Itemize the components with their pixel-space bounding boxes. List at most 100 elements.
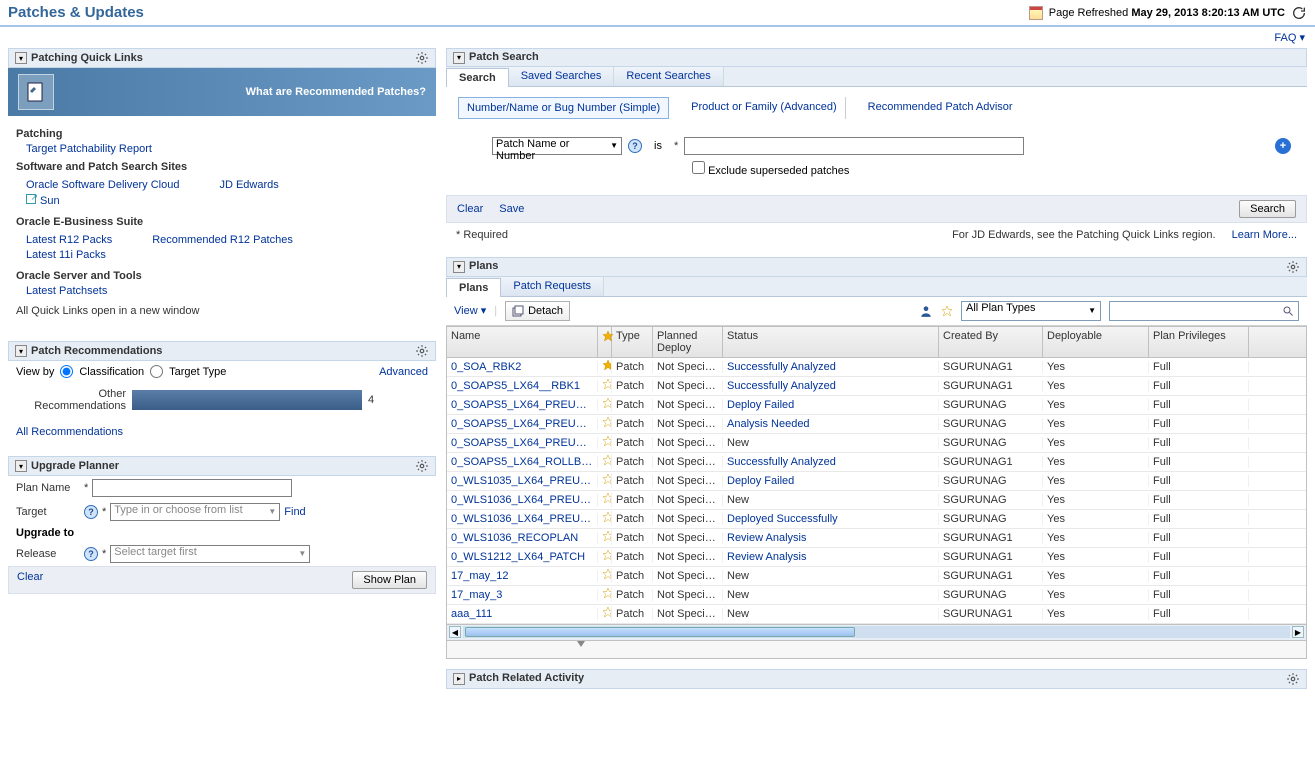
cell-status[interactable]: Successfully Analyzed [723, 456, 939, 468]
link-osdc[interactable]: Oracle Software Delivery Cloud [26, 179, 179, 191]
link-jde[interactable]: JD Edwards [219, 179, 278, 191]
cell-fav[interactable] [598, 549, 612, 564]
learn-more-link[interactable]: Learn More... [1232, 229, 1297, 241]
cell-fav[interactable] [598, 492, 612, 507]
table-row[interactable]: 0_SOAPS5_LX64_PREUPG_PLAPatchNot Specifi… [447, 415, 1306, 434]
link-r12patches[interactable]: Recommended R12 Patches [152, 234, 293, 246]
view-menu[interactable]: View ▾ [454, 304, 486, 317]
gear-icon[interactable] [1286, 672, 1300, 686]
cell-status[interactable]: Review Analysis [723, 551, 939, 563]
tab-search[interactable]: Search [446, 68, 509, 87]
faq-link[interactable]: FAQ ▾ [1274, 32, 1305, 44]
help-icon[interactable]: ? [84, 505, 98, 519]
bar-other-recs[interactable] [132, 390, 362, 410]
show-plan-button[interactable]: Show Plan [352, 571, 427, 589]
help-icon[interactable]: ? [628, 139, 642, 153]
cell-fav[interactable] [598, 606, 612, 621]
radio-classification[interactable] [60, 365, 73, 378]
radio-target-type[interactable] [150, 365, 163, 378]
link-advanced[interactable]: Advanced [379, 366, 428, 378]
table-row[interactable]: 0_SOA_RBK2PatchNot SpecifiedSuccessfully… [447, 358, 1306, 377]
link-find[interactable]: Find [284, 506, 305, 518]
gear-icon[interactable] [415, 344, 429, 358]
cell-fav[interactable] [598, 359, 612, 374]
link-all-recs[interactable]: All Recommendations [16, 426, 123, 438]
cell-name[interactable]: aaa_111 [447, 608, 598, 620]
tab-patch-requests[interactable]: Patch Requests [501, 277, 604, 296]
scroll-left-icon[interactable]: ◀ [449, 626, 461, 638]
table-row[interactable]: 0_SOAPS5_LX64__RBK1PatchNot SpecifiedSuc… [447, 377, 1306, 396]
table-row[interactable]: 17_may_3PatchNot SpecifiedNewSGURUNAGYes… [447, 586, 1306, 605]
detach-button[interactable]: Detach [505, 301, 570, 321]
cell-status[interactable]: Successfully Analyzed [723, 361, 939, 373]
table-row[interactable]: 0_WLS1035_LX64_PREUPG_ANPatchNot Specifi… [447, 472, 1306, 491]
star-icon[interactable] [941, 305, 953, 317]
plan-filter-input[interactable] [1109, 301, 1299, 321]
cell-fav[interactable] [598, 454, 612, 469]
col-name[interactable]: Name [447, 327, 598, 357]
col-created-by[interactable]: Created By [939, 327, 1043, 357]
table-row[interactable]: 0_WLS1036_RECOPLANPatchNot SpecifiedRevi… [447, 529, 1306, 548]
cell-fav[interactable] [598, 587, 612, 602]
add-criteria-icon[interactable]: + [1275, 138, 1291, 154]
collapse-icon[interactable]: ▾ [15, 52, 27, 64]
search-button[interactable]: Search [1239, 200, 1296, 218]
plan-name-input[interactable] [92, 479, 292, 497]
cell-status[interactable]: Deployed Successfully [723, 513, 939, 525]
cell-fav[interactable] [598, 435, 612, 450]
cell-fav[interactable] [598, 397, 612, 412]
cell-status[interactable]: Analysis Needed [723, 418, 939, 430]
col-deployable[interactable]: Deployable [1043, 327, 1149, 357]
horizontal-scrollbar[interactable]: ◀ ▶ [447, 624, 1306, 640]
tab-recent-searches[interactable]: Recent Searches [614, 67, 723, 86]
table-row[interactable]: 0_WLS1036_LX64_PREUPG_PLAPatchNot Specif… [447, 491, 1306, 510]
exclude-checkbox[interactable] [692, 161, 705, 174]
table-row[interactable]: 17_may_12PatchNot SpecifiedNewSGURUNAG1Y… [447, 567, 1306, 586]
col-type[interactable]: Type [612, 327, 653, 357]
cell-name[interactable]: 0_WLS1212_LX64_PATCH [447, 551, 598, 563]
person-icon[interactable] [919, 304, 933, 318]
collapse-icon[interactable]: ▾ [15, 460, 27, 472]
search-field-select[interactable]: Patch Name or Number [492, 137, 622, 155]
cell-status[interactable]: Review Analysis [723, 532, 939, 544]
refresh-icon[interactable] [1291, 5, 1307, 21]
table-row[interactable]: 0_SOAPS5_LX64_PREUPG_ANAPatchNot Specifi… [447, 396, 1306, 415]
cell-name[interactable]: 0_WLS1036_LX64_PREUPG_PL [447, 513, 598, 525]
link-patchsets[interactable]: Latest Patchsets [26, 285, 428, 297]
col-planned-deploy[interactable]: Planned Deploy [653, 327, 723, 357]
help-icon[interactable]: ? [84, 547, 98, 561]
cell-name[interactable]: 0_SOAPS5_LX64_PREUPG_ANA [447, 399, 598, 411]
save-link[interactable]: Save [499, 203, 524, 215]
plan-type-select[interactable]: All Plan Types [961, 301, 1101, 321]
gear-icon[interactable] [1286, 260, 1300, 274]
recommended-promo-link[interactable]: What are Recommended Patches? [246, 86, 426, 98]
table-row[interactable]: aaa_111PatchNot SpecifiedNewSGURUNAG1Yes… [447, 605, 1306, 624]
release-select[interactable]: Select target first [110, 545, 310, 563]
cell-name[interactable]: 17_may_3 [447, 589, 598, 601]
cell-name[interactable]: 0_SOA_RBK2 [447, 361, 598, 373]
table-row[interactable]: 0_SOAPS5_LX64_ROLLBACKPatchNot Specified… [447, 453, 1306, 472]
link-11ipacks[interactable]: Latest 11i Packs [26, 249, 112, 261]
cell-fav[interactable] [598, 530, 612, 545]
gear-icon[interactable] [415, 51, 429, 65]
col-fav[interactable] [598, 327, 612, 357]
cell-name[interactable]: 0_SOAPS5_LX64_ROLLBACK [447, 456, 598, 468]
cell-status[interactable]: Deploy Failed [723, 399, 939, 411]
expand-icon[interactable]: ▸ [453, 673, 465, 685]
table-row[interactable]: 0_SOAPS5_LX64_PREUPG_PLAPatchNot Specifi… [447, 434, 1306, 453]
cell-name[interactable]: 0_SOAPS5_LX64_PREUPG_PLA [447, 418, 598, 430]
collapse-icon[interactable]: ▾ [15, 345, 27, 357]
cell-fav[interactable] [598, 378, 612, 393]
search-value-input[interactable] [684, 137, 1024, 155]
col-status[interactable]: Status [723, 327, 939, 357]
link-target-report[interactable]: Target Patchability Report [26, 143, 428, 155]
collapse-icon[interactable]: ▾ [453, 261, 465, 273]
cell-name[interactable]: 0_SOAPS5_LX64__RBK1 [447, 380, 598, 392]
cell-fav[interactable] [598, 568, 612, 583]
cell-fav[interactable] [598, 511, 612, 526]
cell-name[interactable]: 0_SOAPS5_LX64_PREUPG_PLA [447, 437, 598, 449]
cell-fav[interactable] [598, 416, 612, 431]
cell-status[interactable]: Deploy Failed [723, 475, 939, 487]
table-row[interactable]: 0_WLS1212_LX64_PATCHPatchNot SpecifiedRe… [447, 548, 1306, 567]
collapse-icon[interactable]: ▾ [453, 52, 465, 64]
